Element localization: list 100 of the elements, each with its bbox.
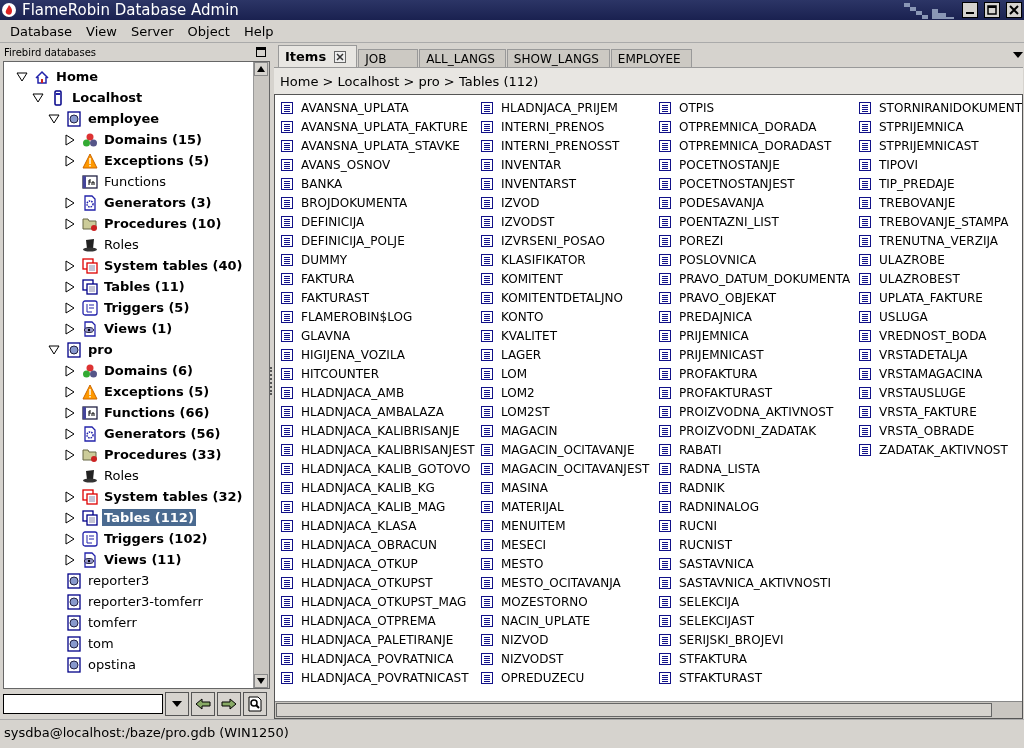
expand-icon[interactable] <box>64 301 76 314</box>
table-item[interactable]: VRSTAUSLUGE <box>879 385 966 400</box>
table-item[interactable]: PODESAVANJA <box>679 195 764 210</box>
tree-item[interactable]: Functions (66) <box>102 404 212 421</box>
expand-icon[interactable] <box>64 427 76 440</box>
tree-item[interactable]: Views (11) <box>102 551 184 568</box>
table-item[interactable]: STPRIJEMNICAST <box>879 138 979 153</box>
collapse-icon[interactable] <box>16 70 28 83</box>
table-item[interactable]: SASTAVNICA <box>679 556 754 571</box>
table-item[interactable]: FAKTURA <box>301 271 355 286</box>
tree-item[interactable]: Procedures (10) <box>102 215 224 232</box>
table-item[interactable]: LAGER <box>501 347 542 362</box>
table-item[interactable]: POCETNOSTANJE <box>679 157 780 172</box>
dropdown-icon[interactable] <box>1013 51 1024 59</box>
table-item[interactable]: SERIJSKI_BROJEVI <box>679 632 784 647</box>
table-item[interactable]: TREBOVANJE <box>879 195 956 210</box>
tree-item[interactable]: Views (1) <box>102 320 175 337</box>
expand-icon[interactable] <box>64 217 76 230</box>
tree-item[interactable]: Triggers (102) <box>102 530 210 547</box>
table-item[interactable]: PREDAJNICA <box>679 309 753 324</box>
table-item[interactable]: HLADNJACA_KALIB_KG <box>301 480 435 495</box>
table-item[interactable]: DEFINICIJA <box>301 214 365 229</box>
table-item[interactable]: VRSTAMAGACINA <box>879 366 983 381</box>
table-item[interactable]: SELEKCIJA <box>679 594 740 609</box>
table-item[interactable]: FAKTURAST <box>301 290 370 305</box>
table-item[interactable]: RADNA_LISTA <box>679 461 760 476</box>
table-item[interactable]: VRSTA_FAKTURE <box>879 404 977 419</box>
tab[interactable]: EMPLOYEE <box>610 49 692 67</box>
tree-item[interactable]: System tables (32) <box>102 488 245 505</box>
table-item[interactable]: RABATI <box>679 442 722 457</box>
expand-icon[interactable] <box>64 553 76 566</box>
table-item[interactable]: PRIJEMNICAST <box>679 347 764 362</box>
table-item[interactable]: HLADNJACA_KALIB_MAG <box>301 499 446 514</box>
table-item[interactable]: VRSTA_OBRADE <box>879 423 975 438</box>
table-item[interactable]: HITCOUNTER <box>301 366 380 381</box>
tree-item[interactable]: Roles <box>102 236 141 253</box>
dropdown-button[interactable] <box>165 692 189 716</box>
tree-item[interactable]: Localhost <box>70 89 145 106</box>
table-item[interactable]: IZVOD <box>501 195 540 210</box>
table-item[interactable]: LOM <box>501 366 528 381</box>
table-item[interactable]: GLAVNA <box>301 328 351 343</box>
table-item[interactable]: KLASIFIKATOR <box>501 252 586 267</box>
expand-icon[interactable] <box>64 406 76 419</box>
table-item[interactable]: HLADNJACA_OTKUPST <box>301 575 433 590</box>
table-item[interactable]: KVALITET <box>501 328 557 343</box>
table-item[interactable]: HLADNJACA_AMBALAZA <box>301 404 444 419</box>
expand-icon[interactable] <box>64 259 76 272</box>
table-item[interactable]: POSLOVNICA <box>679 252 757 267</box>
collapse-icon[interactable] <box>48 112 60 125</box>
table-item[interactable]: MOZESTORNO <box>501 594 588 609</box>
table-item[interactable]: TREBOVANJE_STAMPA <box>879 214 1009 229</box>
table-item[interactable]: PROFAKTURA <box>679 366 758 381</box>
table-item[interactable]: ZADATAK_AKTIVNOST <box>879 442 1008 457</box>
table-item[interactable]: HLADNJACA_PRIJEM <box>501 100 618 115</box>
table-item[interactable]: POENTAZNI_LIST <box>679 214 779 229</box>
tree-item[interactable]: reporter3 <box>86 572 152 589</box>
table-item[interactable]: INVENTAR <box>501 157 562 172</box>
table-item[interactable]: TRENUTNA_VERZIJA <box>879 233 998 248</box>
table-item[interactable]: STFAKTURAST <box>679 670 762 685</box>
down-arrow-icon[interactable] <box>257 678 265 684</box>
search-button[interactable] <box>243 692 267 716</box>
table-item[interactable]: SELEKCIJAST <box>679 613 755 628</box>
table-item[interactable]: OTPREMNICA_DORADA <box>679 119 817 134</box>
table-item[interactable]: AVANSNA_UPLATA_STAVKE <box>301 138 460 153</box>
table-item[interactable]: HLADNJACA_AMB <box>301 385 405 400</box>
collapse-icon[interactable] <box>48 343 60 356</box>
table-item[interactable]: IZVODST <box>501 214 555 229</box>
tree-item[interactable]: Generators (56) <box>102 425 223 442</box>
tree-item[interactable]: tom <box>86 635 116 652</box>
expand-icon[interactable] <box>64 511 76 524</box>
table-item[interactable]: TIPOVI <box>879 157 919 172</box>
table-item[interactable]: MASINA <box>501 480 548 495</box>
table-item[interactable]: TIP_PREDAJE <box>879 176 955 191</box>
expand-icon[interactable] <box>64 490 76 503</box>
table-item[interactable]: PROIZVODNA_AKTIVNOST <box>679 404 834 419</box>
tree-item[interactable]: Home <box>54 68 101 85</box>
tab[interactable]: ALL_LANGS <box>419 49 506 67</box>
table-item[interactable]: STFAKTURA <box>679 651 748 666</box>
tree-item[interactable]: Procedures (33) <box>102 446 224 463</box>
menu-item[interactable]: Help <box>243 23 274 39</box>
scrollbar[interactable] <box>275 701 1023 718</box>
table-item[interactable]: POCETNOSTANJEST <box>679 176 795 191</box>
forward-button[interactable] <box>217 692 241 716</box>
table-item[interactable]: USLUGA <box>879 309 928 324</box>
table-item[interactable]: DUMMY <box>301 252 348 267</box>
tab[interactable]: Items <box>278 45 358 67</box>
tree-item[interactable]: Generators (3) <box>102 194 214 211</box>
tree-item[interactable]: Functions <box>102 173 169 190</box>
table-item[interactable]: IZVRSENI_POSAO <box>501 233 605 248</box>
table-item[interactable]: HLADNJACA_POVRATNICAST <box>301 670 469 685</box>
tree-item[interactable]: System tables (40) <box>102 257 245 274</box>
tree-item[interactable]: reporter3-tomferr <box>86 593 205 610</box>
back-button[interactable] <box>191 692 215 716</box>
window-icon[interactable] <box>256 47 266 57</box>
table-item[interactable]: INTERNI_PRENOSST <box>501 138 620 153</box>
table-item[interactable]: NIZVODST <box>501 651 564 666</box>
table-item[interactable]: RUCNIST <box>679 537 732 552</box>
tree-item[interactable]: opstina <box>86 656 138 673</box>
up-arrow-icon[interactable] <box>257 66 265 72</box>
menu-item[interactable]: Object <box>187 23 230 39</box>
